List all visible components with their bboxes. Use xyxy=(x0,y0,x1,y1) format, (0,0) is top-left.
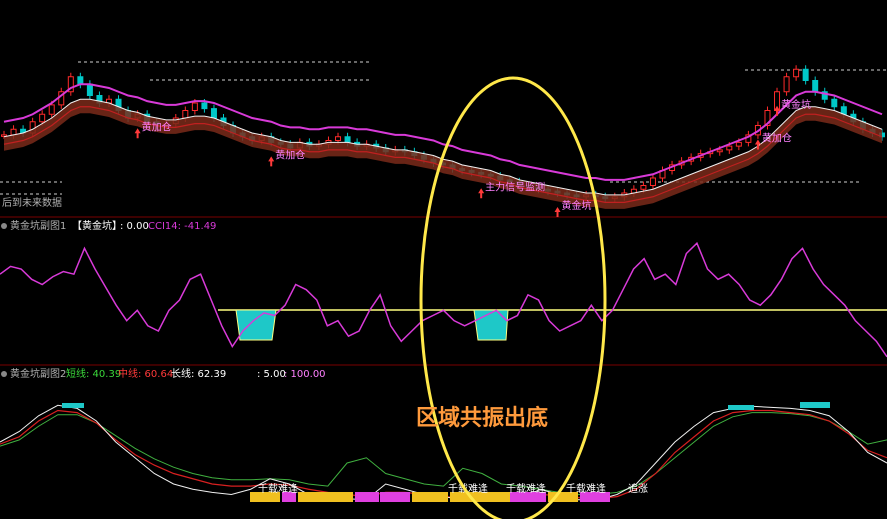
arrow-up-icon xyxy=(554,207,561,217)
candle-body xyxy=(77,76,84,85)
signal-label: 主力信号监测 xyxy=(485,180,545,193)
candle-body xyxy=(640,185,647,190)
golden-pit-box-2 xyxy=(473,309,509,341)
panel-dot-icon xyxy=(1,223,7,229)
candle-body xyxy=(335,136,342,141)
candle-body xyxy=(716,149,723,153)
candle-body xyxy=(735,141,742,147)
bottom-signal-label: 追涨 xyxy=(628,482,648,495)
signal-bar xyxy=(380,492,410,502)
panel-dot-icon xyxy=(1,371,7,377)
arrow-up-icon xyxy=(268,156,275,167)
panel1-header: 黄金坑副图1 【黄金坑】 : 0.00 CCI14: -41.49 xyxy=(1,219,216,232)
panel2-mid-label: 中线: 60.64 xyxy=(118,367,173,380)
candle-body xyxy=(48,104,55,115)
candle-body xyxy=(783,76,790,93)
cci-line xyxy=(0,241,887,358)
panel2-long-label: 长线: 62.39 xyxy=(171,367,226,380)
signal-label: 黄加仓 xyxy=(762,132,792,145)
annotation-text: 区域共振出底 xyxy=(416,405,548,431)
signal-bar xyxy=(412,492,448,502)
panel2-level-1: : 5.00 xyxy=(257,369,286,380)
panel2-title: 黄金坑副图2 xyxy=(10,367,66,380)
candle-body xyxy=(793,68,800,78)
highlight-ellipse xyxy=(419,76,607,519)
candle-body xyxy=(210,108,217,119)
signal-markers: 黄加仓黄加仓主力信号监测黄金坑黄加仓黄金坑 xyxy=(134,98,811,217)
arrow-up-icon xyxy=(134,128,141,139)
candle-body xyxy=(831,98,838,108)
panel2-level-2: : 100.00 xyxy=(284,369,326,380)
candle-body xyxy=(344,136,351,143)
bottom-signal-label: 千载难逢 xyxy=(258,483,298,495)
bottom-signal-label: 千载难逢 xyxy=(506,483,546,495)
dashed-levels xyxy=(0,61,887,195)
candle-body xyxy=(201,102,208,110)
panel1-cci-label: CCI14: -41.49 xyxy=(148,221,216,232)
signal-bar xyxy=(298,492,353,502)
panel2-short-label: 短线: 40.39 xyxy=(66,367,121,380)
signal-label: 黄金坑 xyxy=(781,98,811,111)
candle-body xyxy=(182,110,189,119)
candle-body xyxy=(649,177,656,186)
signal-label: 黄金坑 xyxy=(562,199,592,212)
chart-canvas: 黄加仓黄加仓主力信号监测黄金坑黄加仓黄金坑 后到未来数据 黄金坑副图1 【黄金坑… xyxy=(0,61,887,519)
no-data-text: 后到未来数据 xyxy=(2,196,62,209)
candle-body xyxy=(86,83,93,96)
candle-body xyxy=(812,80,819,93)
signal-label: 黄加仓 xyxy=(142,120,172,133)
panel1-legend-value: : 0.00 xyxy=(120,221,149,232)
bottom-signal-label: 千载难逢 xyxy=(566,483,606,495)
candle-body xyxy=(726,145,733,151)
panel2-header: 黄金坑副图2 短线: 40.39 中线: 60.64 长线: 62.39 : 5… xyxy=(1,367,326,380)
candle-body xyxy=(802,68,809,81)
candle-body xyxy=(191,102,198,111)
arrow-up-icon xyxy=(478,188,485,199)
candle-body xyxy=(39,113,46,123)
signal-label: 黄加仓 xyxy=(275,148,305,161)
panel1-title: 黄金坑副图1 xyxy=(10,219,66,232)
signal-bar xyxy=(355,492,379,502)
panel1-legend-name: 【黄金坑】 xyxy=(72,219,122,232)
